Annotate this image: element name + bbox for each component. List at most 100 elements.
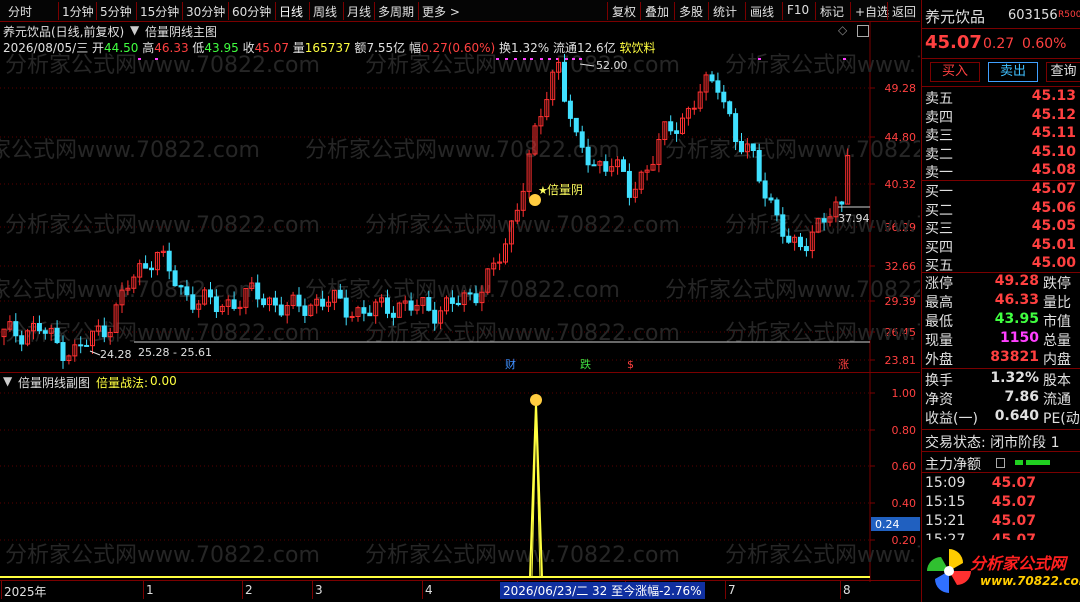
ask-row: 卖一 45.08 <box>922 162 1080 181</box>
logo-text: 分析家公式网 <box>970 554 1067 573</box>
stock-code: 603156 <box>1008 8 1058 23</box>
query-button[interactable]: 查询 <box>1046 62 1080 82</box>
price-change-pct: 0.60% <box>1022 36 1067 52</box>
tool-button-6[interactable]: 标记 <box>820 3 844 20</box>
stat-row-tail: 内盘 <box>1043 352 1071 368</box>
candle-body <box>19 335 25 345</box>
tool-button-3[interactable]: 统计 <box>713 3 737 20</box>
stat-row: 现量 1150 总量 <box>922 330 1080 349</box>
candle-body <box>798 236 803 248</box>
candle-body <box>184 286 190 296</box>
candle-body <box>750 143 756 152</box>
watermark-text: 分析家公式网www.70822.com <box>725 213 920 238</box>
candle-body <box>278 304 284 316</box>
candlestick-chart[interactable]: 49.2844.8040.3236.2932.6629.3926.4523.81… <box>0 22 920 372</box>
bid-row: 买二 45.06 <box>922 200 1080 219</box>
tool-button-7[interactable]: +自选 <box>855 3 889 20</box>
buy-button[interactable]: 买入 <box>930 62 980 82</box>
tool-button-0[interactable]: 复权 <box>612 3 636 20</box>
period-tab-3[interactable]: 15分钟 <box>140 3 179 20</box>
bid-row-label: 买二 <box>925 202 953 219</box>
signal-chart[interactable]: 1.000.800.600.400.20分析家公式网www.70822.com 分… <box>0 372 920 582</box>
top-marker <box>496 58 499 60</box>
ask-row-value: 45.13 <box>1031 88 1076 104</box>
tick-row-value: 45.07 <box>991 494 1036 510</box>
period-toolbar: 分时 1分钟 5分钟 15分钟 30分钟 60分钟 日线 周线 月线 多周期 更多 > 复权 叠加 多股统… <box>0 0 920 22</box>
period-tab-9[interactable]: 多周期 <box>378 3 414 20</box>
stat-row: 最高 46.33 量比 <box>922 292 1080 311</box>
tick-row-label: 15:15 <box>925 494 966 510</box>
candle-body <box>361 307 367 314</box>
stat-row-value: 49.28 <box>994 273 1039 289</box>
tick-row-label: 15:09 <box>925 475 966 491</box>
candle-body <box>172 270 178 287</box>
period-tab-1[interactable]: 1分钟 <box>62 3 94 20</box>
candle-body <box>467 292 473 295</box>
period-tab-6[interactable]: 日线 <box>279 3 303 20</box>
r500-badge: R500 <box>1058 10 1080 20</box>
ask-row: 卖五 45.13 <box>922 88 1080 107</box>
sub-chart[interactable]: ▼ 倍量阴线副图 倍量战法: 0.00 1.00 0.80 0.60 0.40 0.20… <box>0 372 920 582</box>
stat2-row-label: 收益(一) <box>925 411 978 427</box>
stat-row: 涨停 49.28 跌停 <box>922 273 1080 292</box>
tick-row-label: 15:21 <box>925 513 966 529</box>
signal-label: 倍量阴 <box>547 182 583 197</box>
ask-row: 卖四 45.12 <box>922 107 1080 126</box>
candle-body <box>213 296 219 313</box>
stat-row-value: 83821 <box>990 349 1039 365</box>
candle-body <box>367 312 373 317</box>
stat2-row-label: 换手 <box>925 373 953 389</box>
pinwheel-logo-icon <box>927 549 971 593</box>
ask-row: 卖二 45.10 <box>922 144 1080 163</box>
stat-row: 最低 43.95 市值 <box>922 311 1080 330</box>
sub-axis-label: 0.80 <box>892 424 917 437</box>
candle-body <box>774 199 780 216</box>
period-tab-5[interactable]: 60分钟 <box>232 3 271 20</box>
bid-row-value: 45.01 <box>1031 236 1076 253</box>
price-change: 0.27 <box>983 36 1015 52</box>
candle-body <box>302 305 308 316</box>
period-tab-2[interactable]: 5分钟 <box>100 3 132 20</box>
period-tab-10[interactable]: 更多 > <box>422 3 460 20</box>
logo-area: 分析家公式网 www.70822.com <box>922 540 1080 602</box>
tool-button-1[interactable]: 叠加 <box>645 3 669 20</box>
candle-body <box>143 263 149 269</box>
stat2-row-value: 0.640 <box>994 408 1039 424</box>
watermark-text: 分析家公式网www.70822.com <box>365 543 680 568</box>
date-label: 8 <box>843 583 851 597</box>
watermark-text: 分析家公式网www.70822.com <box>0 138 260 163</box>
period-tab-7[interactable]: 周线 <box>313 3 337 20</box>
sell-button[interactable]: 卖出 <box>988 62 1038 82</box>
ask-row-label: 卖四 <box>925 109 953 126</box>
ask-row-label: 卖五 <box>925 91 953 107</box>
tool-button-8[interactable]: 返回 <box>892 3 916 20</box>
candle-body <box>573 117 579 133</box>
tick-row-value: 45.07 <box>991 475 1036 491</box>
tool-button-5[interactable]: F10 <box>787 3 809 17</box>
money-bag-icon <box>530 394 542 406</box>
candle-body <box>585 146 591 166</box>
tool-button-4[interactable]: 画线 <box>750 3 774 20</box>
period-tab-4[interactable]: 30分钟 <box>186 3 225 20</box>
candle-body <box>166 250 172 272</box>
logo-url: www.70822.com <box>980 574 1080 588</box>
candle-body <box>786 235 792 243</box>
candle-body <box>36 322 42 332</box>
candle-body <box>727 101 733 115</box>
cursor-value: 0.24 <box>875 518 900 531</box>
watermark-text: 分析家公式网www.70822.com <box>5 213 320 238</box>
stat2-row: 净资 7.86 流通 <box>922 389 1080 408</box>
main-chart[interactable]: 养元饮品(日线,前复权) ▼ 倍量阴线主图 ◇ 2026/08/05/三 开44… <box>0 22 920 372</box>
candle-body <box>562 61 567 102</box>
main-flow-label: 主力净额 <box>925 457 981 473</box>
period-tab-8[interactable]: 月线 <box>347 3 371 20</box>
quote-panel: 养元饮品 603156 R500 45.07 0.27 0.60% 买入 卖出 … <box>921 0 1080 602</box>
tool-button-2[interactable]: 多股 <box>679 3 703 20</box>
candle-body <box>762 180 768 199</box>
top-marker <box>843 58 846 60</box>
list-icon[interactable] <box>996 458 1005 468</box>
top-marker <box>758 58 761 60</box>
stat-row-tail: 总量 <box>1043 333 1071 349</box>
period-tab-0[interactable]: 分时 <box>8 3 32 20</box>
top-marker <box>540 58 543 60</box>
